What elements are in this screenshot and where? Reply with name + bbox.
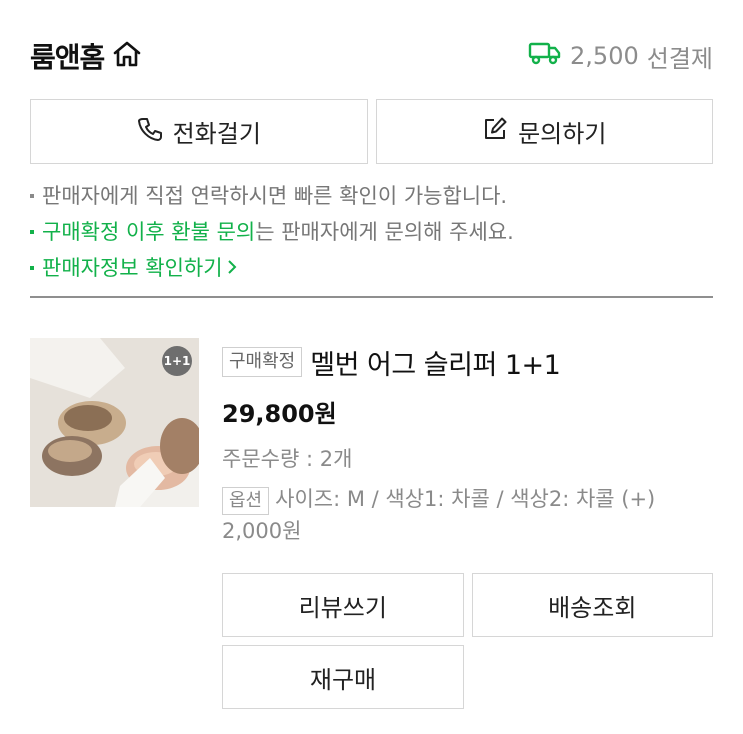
edit-icon	[482, 116, 508, 148]
bundle-badge: 1+1	[162, 346, 192, 376]
call-label: 전화걸기	[172, 120, 261, 148]
product-name[interactable]: 멜번 어그 슬리퍼 1+1	[310, 343, 561, 382]
option-label: 옵션	[222, 487, 270, 515]
notice-line-2: 구매확정 이후 환불 문의 는 판매자에게 문의해 주세요.	[30, 214, 713, 250]
contact-buttons: 전화걸기 문의하기	[30, 99, 713, 164]
option-text: 사이즈: M / 색상1: 차콜 / 색상2: 차콜 (+) 2,000원	[222, 487, 656, 543]
order-option: 옵션 사이즈: M / 색상1: 차콜 / 색상2: 차콜 (+) 2,000원	[222, 483, 713, 547]
chevron-right-icon	[227, 250, 237, 286]
store-name: 룸앤홈	[30, 41, 105, 74]
shipping-info: 2,500 선결제	[528, 39, 713, 74]
product-title-row: 구매확정 멜번 어그 슬리퍼 1+1	[222, 340, 713, 384]
product-image[interactable]: 1+1	[30, 338, 199, 507]
notice-list: 판매자에게 직접 연락하시면 빠른 확인이 가능합니다. 구매확정 이후 환불 …	[30, 178, 713, 286]
notice-line-1: 판매자에게 직접 연락하시면 빠른 확인이 가능합니다.	[30, 178, 713, 214]
order-quantity: 주문수량 : 2개	[222, 447, 353, 471]
status-badge: 구매확정	[222, 347, 303, 377]
inquiry-button[interactable]: 문의하기	[375, 99, 713, 164]
store-header: 룸앤홈 2,500 선결제	[30, 34, 713, 78]
truck-icon	[528, 41, 562, 71]
write-review-button[interactable]: 리뷰쓰기	[222, 573, 464, 637]
inquiry-label: 문의하기	[518, 120, 607, 148]
shipping-payment: 선결제	[646, 44, 713, 73]
product-price: 29,800원	[222, 400, 337, 428]
home-icon	[112, 40, 142, 72]
order-actions: 리뷰쓰기 배송조회 재구매	[222, 573, 713, 717]
track-delivery-button[interactable]: 배송조회	[471, 573, 713, 637]
phone-icon	[137, 116, 163, 148]
rebuy-button[interactable]: 재구매	[222, 645, 464, 709]
shipping-fee: 2,500	[570, 42, 639, 70]
section-divider	[30, 296, 713, 298]
order-info: 구매확정 멜번 어그 슬리퍼 1+1 29,800원 주문수량 : 2개 옵션 사…	[222, 340, 713, 547]
call-button[interactable]: 전화걸기	[30, 99, 368, 164]
seller-info-link[interactable]: 판매자정보 확인하기	[30, 250, 713, 286]
refund-inquiry-highlight: 구매확정 이후 환불 문의	[42, 220, 256, 244]
store-link[interactable]: 룸앤홈	[30, 36, 142, 76]
